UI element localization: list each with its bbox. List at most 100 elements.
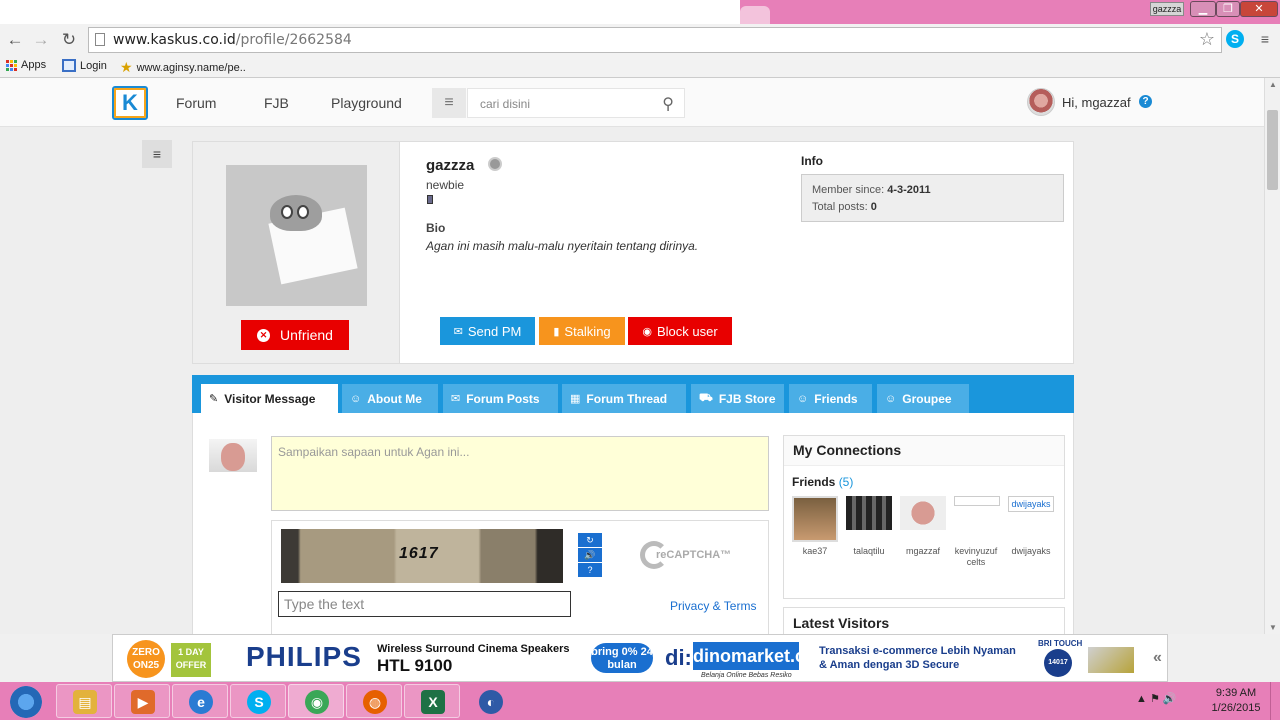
taskbar-firefox[interactable]: ◍ — [346, 684, 402, 718]
bookmark-star-icon[interactable]: ☆ — [1199, 29, 1215, 50]
friend-item[interactable]: talaqtilu — [845, 496, 893, 557]
show-desktop-button[interactable] — [1270, 682, 1280, 720]
taskbar-media-player[interactable]: ▶ — [114, 684, 170, 718]
tab-about-me[interactable]: ☺ About Me — [342, 384, 438, 413]
tab-label: Forum Thread — [586, 391, 668, 406]
friend-item[interactable]: dwijayaks dwijayaks — [1007, 496, 1055, 557]
tab-friends[interactable]: ☺ Friends — [789, 384, 872, 413]
site-header: K Forum FJB Playground ≡ cari disini ⚲ H… — [0, 78, 1264, 127]
taskbar-other-app[interactable]: ◐ — [462, 684, 518, 718]
stalking-button[interactable]: ▮ Stalking — [539, 317, 625, 345]
back-icon[interactable]: ← — [5, 30, 25, 50]
kaskus-logo[interactable]: K — [112, 86, 148, 120]
member-since-value: 4-3-2011 — [887, 184, 931, 196]
scroll-up-icon[interactable]: ▲ — [1269, 80, 1277, 89]
friends-icon: ☺ — [797, 392, 809, 405]
taskbar-excel[interactable]: X — [404, 684, 460, 718]
tab-label: About Me — [367, 391, 422, 406]
taskbar-skype[interactable]: S — [230, 684, 286, 718]
reload-icon[interactable]: ↻ — [59, 30, 79, 50]
maximize-button[interactable]: ❐ — [1216, 1, 1240, 17]
system-tray-icons[interactable]: ▲ ⚑ 🔊 — [1136, 692, 1177, 705]
unfriend-button[interactable]: ✕ Unfriend — [241, 320, 349, 350]
scrollbar-thumb[interactable] — [1267, 110, 1278, 190]
ad-bank-phone: 14017 — [1044, 649, 1072, 677]
refresh-captcha-icon[interactable]: ↻ — [578, 533, 602, 547]
envelope-icon: ✉ — [453, 325, 463, 338]
captcha-help-icon[interactable]: ? — [578, 563, 602, 577]
user-avatar[interactable] — [1027, 88, 1055, 116]
audio-captcha-icon[interactable]: 🔊 — [578, 548, 602, 562]
total-posts-label: Total posts: — [812, 201, 868, 213]
address-bar[interactable]: www.kaskus.co.id/profile/2662584 ☆ — [88, 27, 1222, 53]
friend-name: talaqtilu — [853, 546, 885, 556]
tab-label: Friends — [814, 391, 858, 406]
close-button[interactable]: ✕ — [1240, 1, 1278, 17]
tab-forum-posts[interactable]: ✉ Forum Posts — [443, 384, 558, 413]
friend-item[interactable]: mgazzaf — [899, 496, 947, 557]
tab-fjb-store[interactable]: ⛟ FJB Store — [691, 384, 784, 413]
captcha-image: 1617 — [281, 529, 563, 583]
profile-picture — [226, 165, 367, 306]
taskbar-internet-explorer[interactable]: e — [172, 684, 228, 718]
friends-count: (5) — [838, 475, 854, 489]
skype-extension-icon[interactable]: S — [1226, 30, 1244, 48]
bookmark-aginsy[interactable]: ★ www.aginsy.name/pe.. — [120, 59, 246, 76]
ad-card-images — [1088, 647, 1134, 673]
taskbar-explorer[interactable]: ▤ — [56, 684, 112, 718]
block-user-button[interactable]: ◉ Block user — [628, 317, 732, 345]
firefox-icon: ◍ — [363, 690, 387, 714]
friend-avatar — [954, 496, 1000, 506]
search-input[interactable]: cari disini ⚲ — [467, 88, 685, 118]
friend-avatar — [846, 496, 892, 530]
browser-tab-strip[interactable] — [0, 0, 740, 24]
privacy-terms-link[interactable]: Privacy & Terms — [670, 599, 756, 613]
windows-orb-icon — [10, 686, 42, 718]
friend-item[interactable]: kevinyuzufcelts — [953, 496, 1001, 568]
ad-banner[interactable]: ZERO ON25 1 DAY OFFER PHILIPS Wireless S… — [112, 634, 1168, 682]
category-menu-icon[interactable]: ≡ — [432, 88, 466, 118]
friend-avatar-placeholder: dwijayaks — [1008, 496, 1054, 512]
app-icon: ◐ — [479, 690, 503, 714]
url-text[interactable]: www.kaskus.co.id/profile/2662584 — [113, 32, 352, 48]
taskbar-chrome[interactable]: ◉ — [288, 684, 344, 718]
start-button[interactable] — [2, 684, 50, 718]
user-greeting[interactable]: Hi, mgazzaf — [1062, 95, 1131, 110]
help-icon[interactable]: ? — [1139, 95, 1152, 108]
ad-collapse-icon[interactable]: « — [1153, 649, 1162, 667]
tab-visitor-message[interactable]: ✎ Visitor Message — [201, 384, 338, 413]
nav-fjb[interactable]: FJB — [264, 95, 289, 111]
friend-avatar — [792, 496, 838, 542]
bookmark-login[interactable]: Login — [62, 59, 107, 72]
browser-menu-icon[interactable]: ≡ — [1258, 32, 1272, 46]
nav-playground[interactable]: Playground — [331, 95, 402, 111]
info-box: Member since: 4-3-2011 Total posts: 0 — [801, 174, 1064, 222]
ie-icon: e — [189, 690, 213, 714]
nav-forum[interactable]: Forum — [176, 95, 216, 111]
send-pm-button[interactable]: ✉ Send PM — [440, 317, 535, 345]
tab-label: FJB Store — [718, 391, 776, 406]
friends-label[interactable]: Friends (5) — [792, 475, 853, 489]
friend-item[interactable]: kae37 — [791, 496, 839, 557]
new-tab-button[interactable] — [740, 6, 770, 24]
tab-forum-thread[interactable]: ▦ Forum Thread — [562, 384, 686, 413]
forward-icon[interactable]: → — [31, 30, 51, 50]
ad-store-tagline: Belanja Online Bebas Resiko — [701, 672, 792, 679]
friend-avatar — [900, 496, 946, 530]
total-posts-value: 0 — [870, 201, 877, 213]
bookmark-apps[interactable]: Apps — [6, 59, 46, 71]
search-icon[interactable]: ⚲ — [662, 94, 674, 114]
close-circle-icon: ✕ — [257, 328, 271, 342]
page-scrollbar[interactable]: ▲ ▼ — [1264, 78, 1280, 634]
taskbar-clock[interactable]: 9:39 AM 1/26/2015 — [1206, 686, 1266, 716]
sidebar-toggle-icon[interactable]: ≡ — [142, 140, 172, 168]
tab-groupee[interactable]: ☺ Groupee — [877, 384, 969, 413]
visitor-message-input[interactable]: Sampaikan sapaan untuk Agan ini... — [271, 436, 769, 511]
profile-badge[interactable]: gazzza — [1150, 2, 1184, 16]
chrome-icon: ◉ — [305, 690, 329, 714]
captcha-input[interactable]: Type the text — [278, 591, 571, 617]
excel-icon: X — [421, 690, 445, 714]
friend-name: dwijayaks — [1011, 546, 1051, 556]
scroll-down-icon[interactable]: ▼ — [1269, 623, 1277, 632]
minimize-button[interactable]: ▁ — [1190, 1, 1216, 17]
